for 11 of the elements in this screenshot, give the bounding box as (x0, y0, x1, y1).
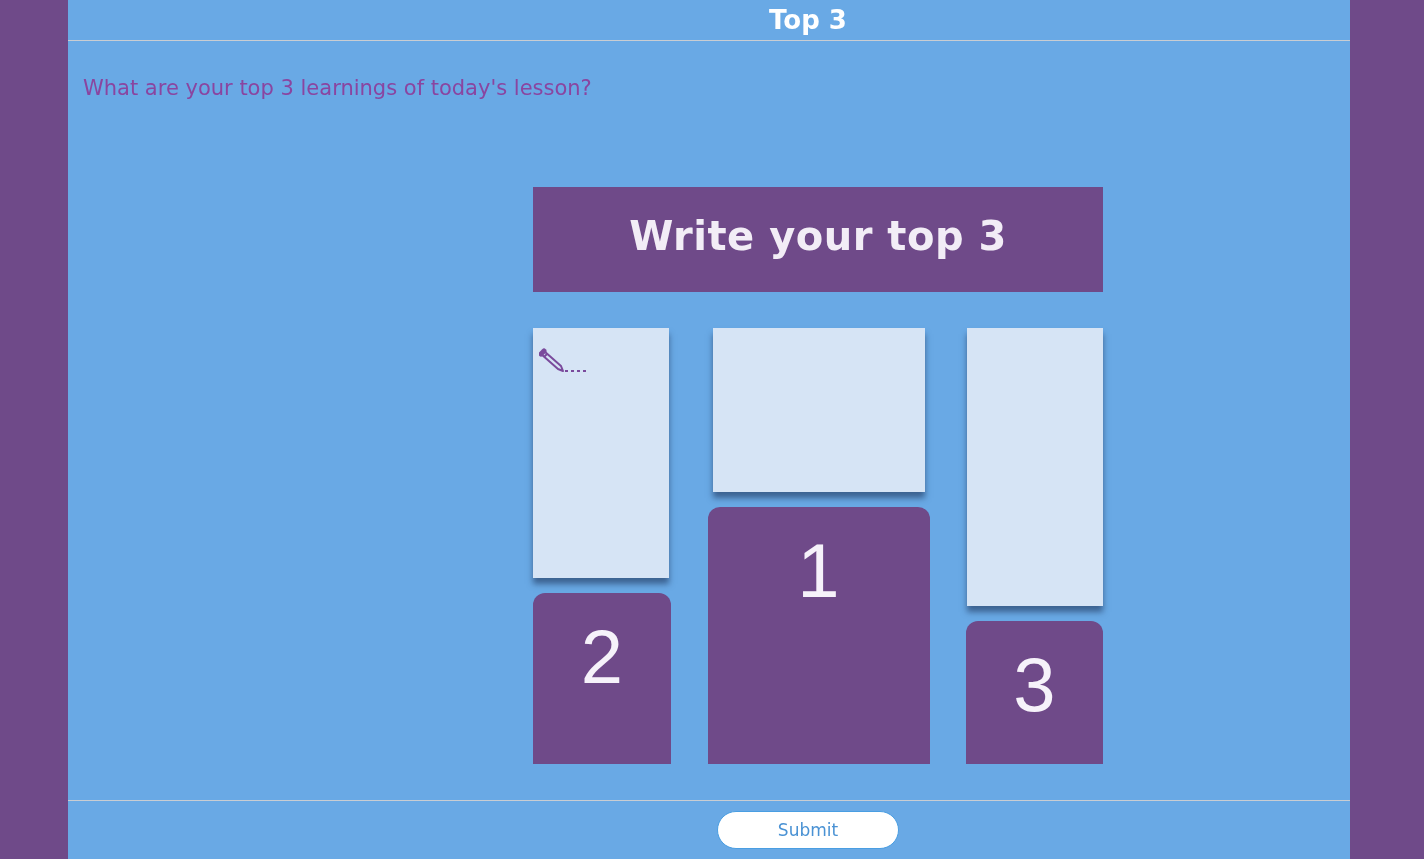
title-banner: Write your top 3 (533, 187, 1103, 292)
pencil-icon (539, 348, 586, 374)
podium-step: 1 (707, 507, 930, 764)
answer-box[interactable] (966, 328, 1103, 606)
podium-step: 3 (966, 621, 1103, 764)
page-title: Top 3 (769, 4, 847, 37)
question-text: What are your top 3 learnings of today's lesson? (83, 75, 593, 102)
answer-box[interactable] (712, 328, 925, 492)
submit-button[interactable]: Submit (717, 810, 899, 849)
answer-box[interactable] (533, 328, 669, 578)
podium-step: 2 (533, 593, 671, 764)
